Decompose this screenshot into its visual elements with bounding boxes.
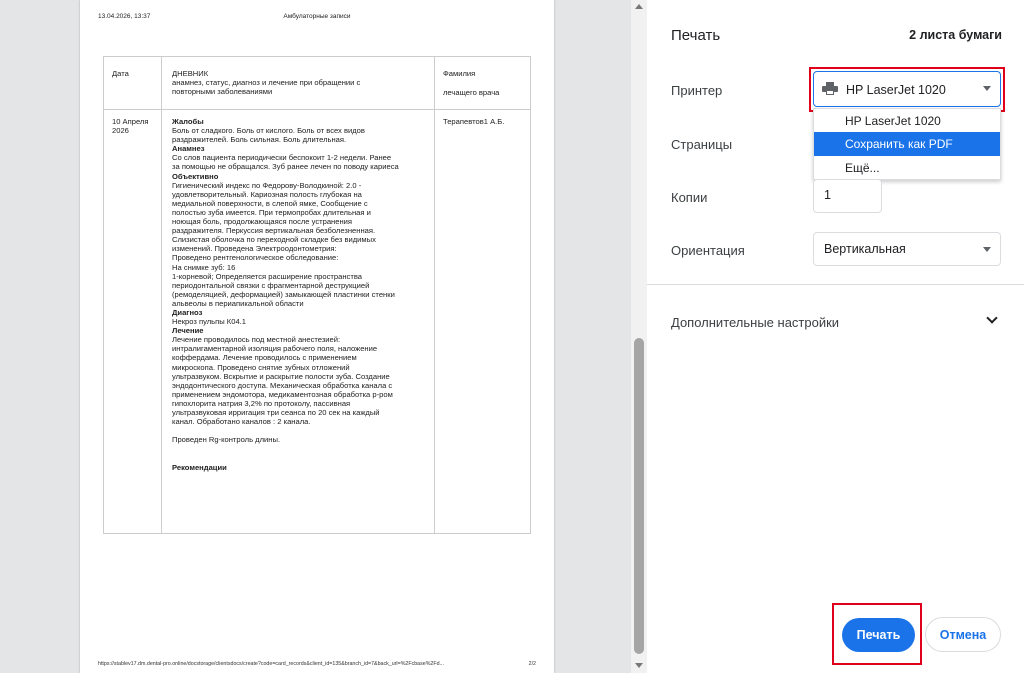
record-section-heading: Жалобы xyxy=(172,117,204,126)
record-text-line: раздражителей. Боль сильная. Боль длител… xyxy=(172,135,347,145)
printer-option-save-pdf[interactable]: Сохранить как PDF xyxy=(814,132,1000,156)
record-section-heading: Лечение xyxy=(172,326,204,336)
record-text-line: Некроз пульпы К04.1 xyxy=(172,317,246,327)
record-section-heading: Рекомендации xyxy=(172,462,227,472)
records-table: Дата ДНЕВНИК анамнез, статус, диагноз и … xyxy=(103,56,531,534)
record-text-line: альвеолы в периапикальной области xyxy=(172,298,304,308)
record-text-line: Со слов пациента периодически беспокоит … xyxy=(172,153,392,163)
record-text-line: изменений. Проведена Электроодонтометрия… xyxy=(172,244,337,254)
printer-option-hp[interactable]: HP LaserJet 1020 xyxy=(814,109,1000,133)
record-text-line: Проведено рентгенологическое обследовани… xyxy=(172,253,339,263)
record-text-line: эндодонтического доступа. Механическая о… xyxy=(172,380,393,390)
record-text-line xyxy=(172,444,424,453)
scroll-up-button[interactable] xyxy=(631,0,647,14)
table-column-divider xyxy=(161,57,162,533)
record-text-line: Гигиенический индекс по Федорову-Володки… xyxy=(172,180,362,190)
table-row-divider xyxy=(104,109,530,110)
panel-title: Печать xyxy=(671,27,721,44)
header-doctor-line-1: Фамилия xyxy=(443,69,476,78)
table-column-divider xyxy=(434,57,435,533)
arrow-down-icon xyxy=(635,663,643,668)
record-text-line: канал. Обработано каналов : 2 канала. xyxy=(172,417,311,427)
printer-option-more[interactable]: Ещё... xyxy=(814,156,1000,180)
record-text-line: удовлетворительный. Кариозная полость гл… xyxy=(172,189,362,199)
print-preview-area: 13.04.2026, 13:37 Амбулаторные записи Да… xyxy=(0,0,631,673)
record-text-line: Лечение проводилось под местной анестези… xyxy=(172,335,341,345)
record-text-line: ультразвуком. Вскрытие и раскрытие полос… xyxy=(172,371,390,381)
record-text-line: медиальной поверхности, в слепой ямке, С… xyxy=(172,198,368,208)
scroll-thumb[interactable] xyxy=(634,338,644,654)
scroll-down-button[interactable] xyxy=(631,659,647,673)
page-footer-number: 2/2 xyxy=(528,661,536,667)
record-text-line xyxy=(172,426,424,435)
record-text-line xyxy=(172,453,424,462)
print-settings-panel: Печать 2 листа бумаги Принтер HP LaserJe… xyxy=(647,0,1024,673)
arrow-up-icon xyxy=(635,4,643,9)
header-diary: ДНЕВНИК анамнез, статус, диагноз и лечен… xyxy=(172,69,422,96)
record-text-line: ноющая боль, продолжающаяся после устран… xyxy=(172,217,353,227)
sheet-count: 2 листа бумаги xyxy=(909,28,1002,42)
orientation-label: Ориентация xyxy=(671,243,745,258)
record-text-line: гипохлорита натрия 3,2% по протоколу, па… xyxy=(172,398,351,408)
printer-dropdown: HP LaserJet 1020 Сохранить как PDF Ещё..… xyxy=(813,108,1001,180)
record-doctor: Терапевтов1 А.Б. xyxy=(443,117,505,126)
panel-divider xyxy=(647,284,1024,285)
highlight-box-print xyxy=(832,603,922,665)
more-settings-label: Дополнительные настройки xyxy=(671,315,840,330)
record-text-line: микроскопа. Проведено снятие зубных отло… xyxy=(172,362,350,372)
record-text-line: полостью зуба имеется. При термопробах д… xyxy=(172,207,371,217)
chevron-down-icon xyxy=(986,312,998,324)
record-text-line: коффердама. Лечение проводилось с примен… xyxy=(172,353,357,363)
record-text-line: раздражителя. Перкуссия вертикальная без… xyxy=(172,226,376,236)
preview-scrollbar[interactable] xyxy=(631,0,647,673)
record-date-line-2: 2026 xyxy=(112,126,129,136)
header-diary-subtitle-2: повторными заболеваниями xyxy=(172,87,273,97)
cancel-button[interactable]: Отмена xyxy=(925,617,1001,652)
record-text-line: за помощью не обращался. Зуб ранее лечен… xyxy=(172,162,399,172)
record-section-heading: Анамнез xyxy=(172,144,205,154)
header-diary-title: ДНЕВНИК xyxy=(172,69,209,78)
copies-input[interactable] xyxy=(824,188,874,202)
header-date: Дата xyxy=(112,69,129,78)
more-settings-toggle[interactable]: Дополнительные настройки xyxy=(647,300,1024,342)
record-section-heading: Диагноз xyxy=(172,307,203,317)
record-text-line: интралигаментарной изоляция рабочего пол… xyxy=(172,344,378,354)
record-date: 10 Апреля 2026 xyxy=(112,117,158,135)
page-footer-url: https://stablev17.dm.dental-pro.online/d… xyxy=(98,661,444,667)
record-body: Жалобы Боль от сладкого. Боль от кислого.… xyxy=(172,117,424,472)
printer-label: Принтер xyxy=(671,83,723,98)
caret-down-icon xyxy=(983,247,991,252)
record-text-line: Слизистая оболочка по переходной складке… xyxy=(172,235,376,245)
pages-label: Страницы xyxy=(671,137,733,152)
copies-field[interactable] xyxy=(813,179,882,213)
page-header-title: Амбулаторные записи xyxy=(283,13,351,20)
preview-page: 13.04.2026, 13:37 Амбулаторные записи Да… xyxy=(80,0,554,673)
record-text-line: (ремоделяцией, деформацией) замыкающей п… xyxy=(172,289,395,299)
record-text-line: На снимке зуб: 16 xyxy=(172,262,236,272)
record-text-line: Боль от сладкого. Боль от кислого. Боль … xyxy=(172,126,365,136)
record-section-heading: Объективно xyxy=(172,171,219,181)
header-doctor-line-2: лечащего врача xyxy=(443,88,500,97)
orientation-select[interactable]: Вертикальная xyxy=(813,232,1001,266)
record-text-line: применением эндомотора, медикаментозная … xyxy=(172,389,393,399)
orientation-select-value: Вертикальная xyxy=(824,242,906,256)
record-text-line: 1-корневой; Определяется расширение прос… xyxy=(172,271,362,281)
copies-label: Копии xyxy=(671,190,708,205)
record-text-line: Проведен Rg-контроль длины. xyxy=(172,435,281,445)
record-text-line: ультразвуковая ирригация три сеанса по 2… xyxy=(172,408,380,417)
highlight-box-printer xyxy=(809,67,1005,112)
header-diary-subtitle-1: анамнез, статус, диагноз и лечение при о… xyxy=(172,78,361,88)
record-date-line-1: 10 Апреля xyxy=(112,117,149,126)
record-text-line: периодонтальной связки с фрагментарной д… xyxy=(172,280,370,290)
